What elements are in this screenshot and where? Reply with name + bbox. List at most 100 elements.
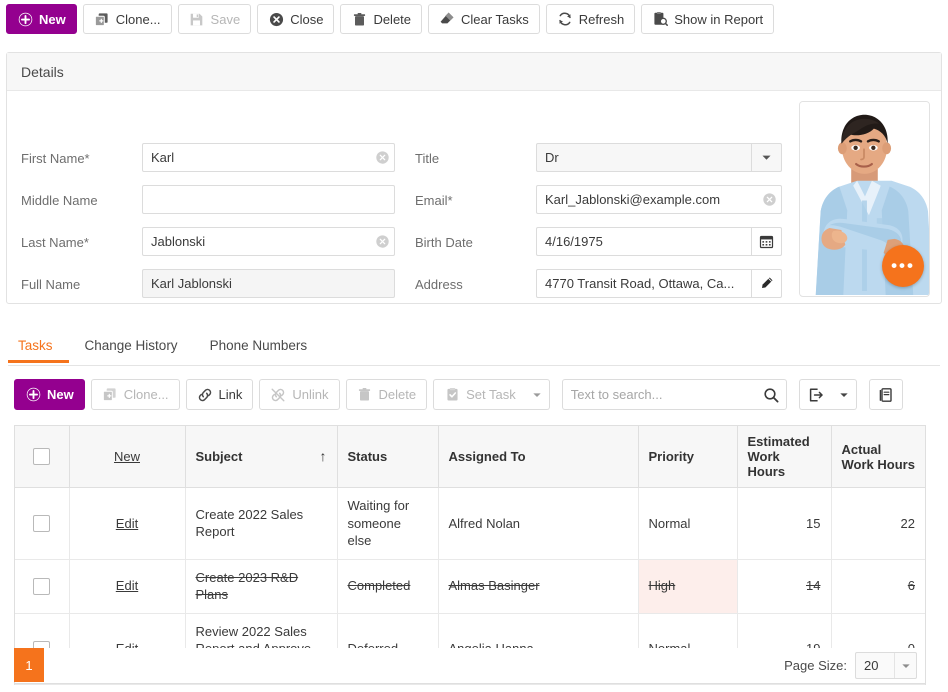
- column-header-new[interactable]: New: [69, 426, 186, 488]
- search-input[interactable]: [562, 380, 756, 409]
- email-input[interactable]: [537, 186, 757, 213]
- clear-email-icon[interactable]: [757, 192, 781, 207]
- address-input[interactable]: [537, 270, 751, 297]
- close-button[interactable]: Close: [257, 4, 335, 34]
- grid-clone-button[interactable]: Clone...: [90, 379, 180, 410]
- cell-assigned-to: Almas Basinger: [438, 559, 639, 614]
- address-field[interactable]: [536, 269, 782, 298]
- first-name-label: First Name*: [21, 151, 90, 166]
- title-dropdown[interactable]: [536, 143, 782, 172]
- row-edit-cell[interactable]: Edit: [69, 487, 186, 560]
- save-button-label: Save: [210, 11, 241, 27]
- column-header-estimated-work-hours[interactable]: Estimated Work Hours: [737, 426, 832, 488]
- select-all-header[interactable]: [15, 426, 70, 488]
- birth-date-input[interactable]: [537, 228, 751, 255]
- grid-new-button-label: New: [47, 387, 74, 402]
- column-header-priority[interactable]: Priority: [638, 426, 738, 488]
- checklist-icon: [444, 387, 460, 403]
- save-button[interactable]: Save: [177, 4, 252, 34]
- row-checkbox[interactable]: [33, 578, 51, 596]
- photo-actions-button[interactable]: •••: [882, 245, 924, 287]
- grid-unlink-button[interactable]: Unlink: [259, 379, 340, 410]
- grid-link-button[interactable]: Link: [185, 379, 254, 410]
- table-row[interactable]: Edit Create 2023 R&D Plans Completed Alm…: [15, 559, 925, 614]
- calendar-icon[interactable]: [751, 228, 781, 255]
- page-size-label: Page Size:: [784, 658, 847, 673]
- title-input[interactable]: [537, 144, 751, 171]
- clone-button[interactable]: Clone...: [82, 4, 172, 34]
- clone-icon: [94, 11, 110, 27]
- email-label: Email*: [415, 193, 453, 208]
- cell-status: Completed: [337, 559, 439, 614]
- cell-actual-work-hours: 6: [831, 559, 925, 614]
- birth-date-field[interactable]: [536, 227, 782, 256]
- column-header-actual-work-hours[interactable]: Actual Work Hours: [831, 426, 925, 488]
- middle-name-input[interactable]: [143, 186, 394, 213]
- select-all-checkbox[interactable]: [33, 448, 51, 466]
- column-header-actual-work-hours-label: Actual Work Hours: [841, 441, 915, 472]
- cell-assigned-to: Alfred Nolan: [438, 487, 639, 560]
- page-size-select[interactable]: 20: [855, 652, 917, 679]
- tab-phone-numbers[interactable]: Phone Numbers: [194, 332, 324, 362]
- search-box[interactable]: [561, 379, 787, 410]
- column-header-status-label: Status: [347, 449, 388, 464]
- middle-name-label: Middle Name: [21, 193, 98, 208]
- set-task-dropdown-arrow[interactable]: [525, 379, 550, 410]
- main-toolbar: New Clone... Save Close Delete Clear Tas…: [0, 0, 948, 38]
- show-in-report-button[interactable]: Show in Report: [641, 4, 775, 34]
- new-button[interactable]: New: [6, 4, 77, 34]
- search-icon[interactable]: [756, 380, 786, 409]
- close-button-label: Close: [290, 11, 324, 27]
- page-size-value: 20: [864, 658, 879, 673]
- last-name-input[interactable]: [143, 228, 370, 255]
- layout-button[interactable]: [868, 379, 903, 410]
- column-header-status[interactable]: Status: [337, 426, 439, 488]
- export-icon: [808, 387, 824, 403]
- last-name-field[interactable]: [142, 227, 395, 256]
- clear-last-name-icon[interactable]: [370, 234, 394, 249]
- chevron-down-icon[interactable]: [751, 144, 781, 171]
- column-header-estimated-work-hours-label: Estimated Work Hours: [747, 434, 810, 479]
- edit-link[interactable]: Edit: [116, 578, 138, 593]
- first-name-field[interactable]: [142, 143, 395, 172]
- refresh-button[interactable]: Refresh: [545, 4, 636, 34]
- new-row-link[interactable]: New: [114, 449, 140, 464]
- column-header-subject[interactable]: Subject ↑: [185, 426, 338, 488]
- column-header-subject-label: Subject: [195, 449, 243, 464]
- delete-button-label: Delete: [373, 11, 412, 27]
- email-field[interactable]: [536, 185, 782, 214]
- row-select-cell[interactable]: [15, 487, 70, 560]
- grid-set-task-button[interactable]: Set Task: [433, 379, 526, 410]
- first-name-input[interactable]: [143, 144, 370, 171]
- tab-tasks[interactable]: Tasks: [8, 332, 69, 363]
- middle-name-field[interactable]: [142, 185, 395, 214]
- grid-delete-button[interactable]: Delete: [345, 379, 428, 410]
- cell-priority: High: [638, 559, 738, 614]
- clear-first-name-icon[interactable]: [370, 150, 394, 165]
- tab-change-history[interactable]: Change History: [69, 332, 194, 362]
- full-name-input: [143, 270, 394, 297]
- row-checkbox[interactable]: [33, 515, 51, 533]
- edit-pencil-icon[interactable]: [751, 270, 781, 297]
- column-header-assigned-to[interactable]: Assigned To: [438, 426, 639, 488]
- chevron-down-icon[interactable]: [894, 653, 916, 678]
- full-name-label: Full Name: [21, 277, 81, 292]
- layout-icon: [878, 387, 894, 403]
- export-dropdown-arrow[interactable]: [832, 379, 857, 410]
- full-name-field: [142, 269, 395, 298]
- row-select-cell[interactable]: [15, 559, 70, 614]
- row-edit-cell[interactable]: Edit: [69, 559, 186, 614]
- table-row[interactable]: Edit Create 2022 Sales Report Waiting fo…: [15, 487, 925, 560]
- clear-tasks-button[interactable]: Clear Tasks: [428, 4, 540, 34]
- export-button[interactable]: [798, 379, 833, 410]
- tab-tasks-label: Tasks: [18, 338, 53, 353]
- link-icon: [197, 387, 213, 403]
- column-header-priority-label: Priority: [648, 449, 695, 464]
- edit-link[interactable]: Edit: [116, 516, 138, 531]
- detail-tabs: Tasks Change History Phone Numbers: [8, 332, 940, 366]
- tab-change-history-label: Change History: [84, 338, 178, 353]
- delete-button[interactable]: Delete: [340, 4, 423, 34]
- grid-new-button[interactable]: New: [14, 379, 85, 410]
- page-1-button[interactable]: 1: [14, 648, 44, 682]
- last-name-label: Last Name*: [21, 235, 89, 250]
